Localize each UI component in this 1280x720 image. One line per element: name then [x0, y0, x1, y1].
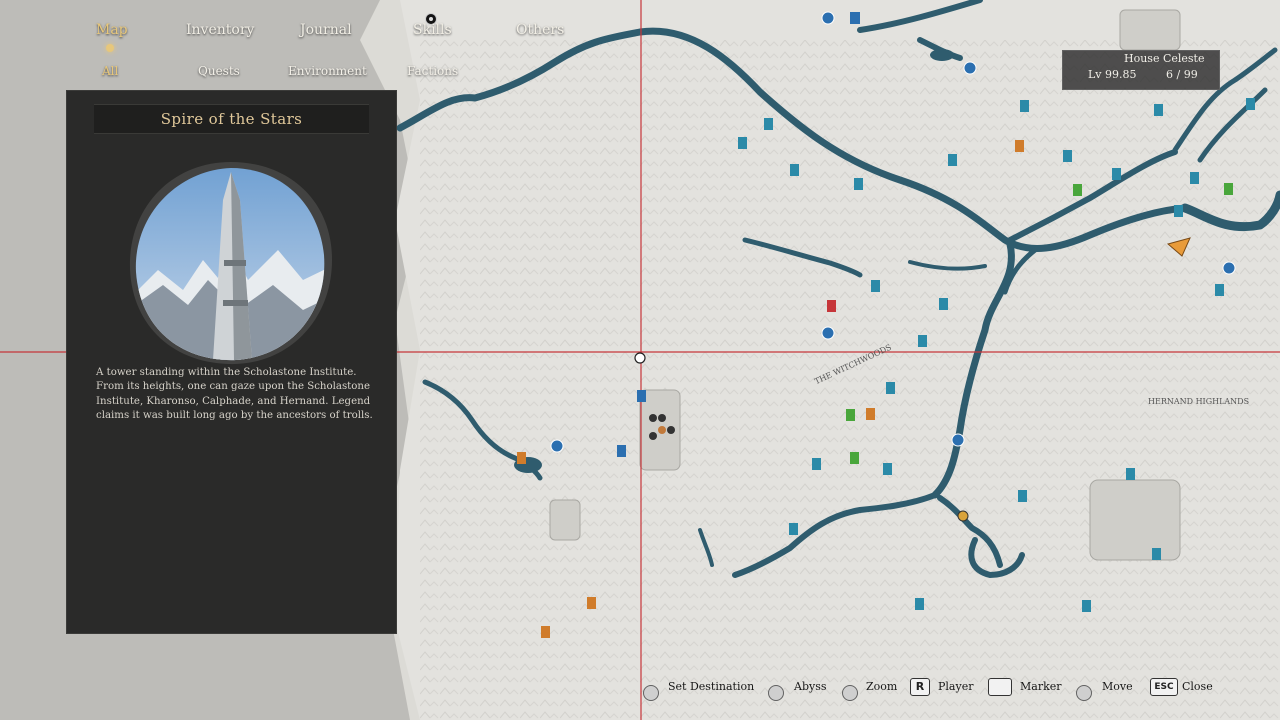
map-marker[interactable] [789, 523, 798, 535]
hint-set-destination[interactable]: Set Destination [668, 680, 754, 693]
map-marker[interactable] [1018, 490, 1027, 502]
map-marker[interactable] [637, 390, 646, 402]
tab-map[interactable]: Map [96, 22, 128, 38]
map-marker[interactable] [915, 598, 924, 610]
location-info-panel: Spire of the Stars A tower standing with… [66, 90, 397, 634]
map-marker[interactable] [617, 445, 626, 457]
mouse-left-icon [643, 685, 659, 701]
map-marker[interactable] [738, 137, 747, 149]
hint-player[interactable]: Player [938, 680, 973, 693]
description-line: Institute, Kharonso, Calphade, and Herna… [96, 395, 371, 407]
tab-inventory[interactable]: Inventory [186, 22, 254, 38]
map-marker[interactable] [850, 452, 859, 464]
map-marker[interactable] [939, 298, 948, 310]
mountain-texture [420, 40, 1280, 720]
key-esc-icon: ESC [1150, 678, 1178, 696]
active-tab-indicator [106, 44, 114, 52]
map-marker[interactable] [812, 458, 821, 470]
map-marker[interactable] [1190, 172, 1199, 184]
map-marker[interactable] [827, 300, 836, 312]
map-marker[interactable] [1063, 150, 1072, 162]
map-marker[interactable] [883, 463, 892, 475]
location-image [128, 160, 334, 366]
tab-others[interactable]: Others [516, 22, 564, 38]
map-marker[interactable] [854, 178, 863, 190]
map-marker[interactable] [1015, 140, 1024, 152]
hint-zoom[interactable]: Zoom [866, 680, 897, 693]
map-marker[interactable] [1224, 183, 1233, 195]
description-line: A tower standing within the Scholastone … [96, 367, 357, 378]
map-marker[interactable] [1082, 600, 1091, 612]
location-title: Spire of the Stars [160, 110, 303, 128]
map-marker[interactable] [948, 154, 957, 166]
scroll-icon [842, 685, 858, 701]
map-marker[interactable] [1154, 104, 1163, 116]
tab-journal[interactable]: Journal [300, 22, 352, 38]
map-marker[interactable] [1246, 98, 1255, 110]
tab-skills[interactable]: Skills [413, 22, 452, 38]
hint-marker[interactable]: Marker [1020, 680, 1062, 693]
dpad-icon [1076, 685, 1092, 701]
map-marker[interactable] [1152, 548, 1161, 560]
map-marker[interactable] [1112, 168, 1121, 180]
map-marker[interactable] [541, 626, 550, 638]
map-marker[interactable] [517, 452, 526, 464]
map-marker[interactable] [1073, 184, 1082, 196]
space-key-icon [988, 678, 1012, 696]
hint-close[interactable]: Close [1182, 680, 1213, 693]
key-r-icon: R [910, 678, 930, 696]
map-marker[interactable] [886, 382, 895, 394]
map-marker[interactable] [1020, 100, 1029, 112]
lake [930, 49, 954, 61]
map-label-hernand-highlands: HERNAND HIGHLANDS [1148, 397, 1249, 406]
location-description: A tower standing within the Scholastone … [96, 366, 381, 424]
subtab-quests[interactable]: Quests [198, 64, 240, 78]
map-marker[interactable] [918, 335, 927, 347]
svg-text:HERNAND HIGHLANDS: HERNAND HIGHLANDS [1148, 397, 1249, 406]
map-marker[interactable] [790, 164, 799, 176]
mouse-wheel-icon [768, 685, 784, 701]
hint-move[interactable]: Move [1102, 680, 1133, 693]
description-line: claims it was built long ago by the ance… [96, 410, 373, 422]
map-marker[interactable] [1215, 284, 1224, 296]
house-members: 6 / 99 [1166, 68, 1198, 81]
house-name: House Celeste [1124, 52, 1205, 65]
hint-abyss[interactable]: Abyss [794, 680, 827, 693]
description-line: From its heights, one can gaze upon the … [96, 381, 370, 393]
subtab-factions[interactable]: Factions [407, 64, 458, 78]
map-marker[interactable] [587, 597, 596, 609]
map-marker[interactable] [871, 280, 880, 292]
map-marker[interactable] [850, 12, 860, 24]
house-level: Lv 99.85 [1088, 68, 1137, 81]
subtab-all[interactable]: All [102, 64, 118, 78]
panel-title-bar: Spire of the Stars [94, 104, 369, 134]
crosshair-center-icon [634, 352, 646, 364]
map-marker[interactable] [764, 118, 773, 130]
map-marker[interactable] [846, 409, 855, 421]
map-marker[interactable] [1174, 205, 1183, 217]
map-marker[interactable] [866, 408, 875, 420]
map-marker[interactable] [1126, 468, 1135, 480]
subtab-environment[interactable]: Environment [288, 64, 367, 78]
